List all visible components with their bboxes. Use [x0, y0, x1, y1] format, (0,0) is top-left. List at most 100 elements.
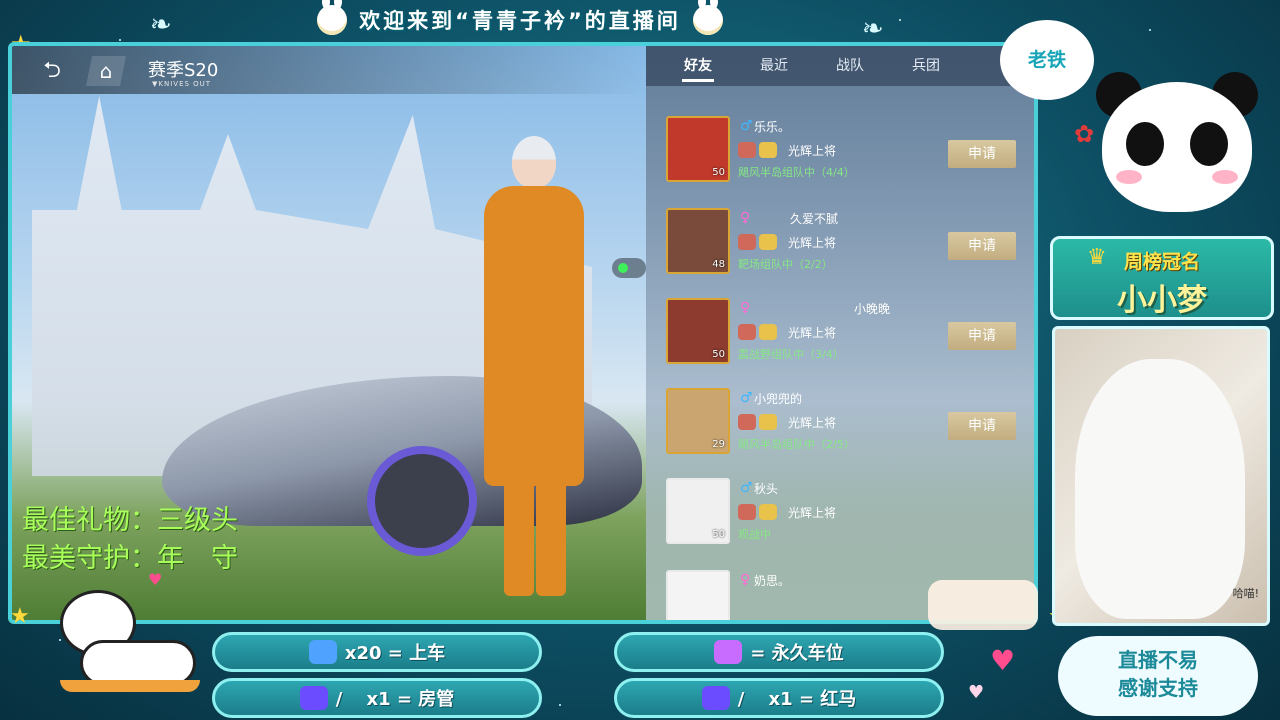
season-label: 赛季S20: [148, 60, 219, 81]
rank-badge-icon: [738, 142, 784, 160]
friend-avatar[interactable]: 29: [666, 388, 730, 454]
friend-row[interactable]: 48 ♀ 久爱不腻 光辉上将 靶场组队中（2/2） 申请: [658, 196, 1028, 276]
friend-avatar[interactable]: 50: [666, 116, 730, 182]
bunny-icon: [317, 0, 348, 35]
friend-rank: 光辉上将: [788, 416, 837, 430]
ticket-icon: [308, 640, 337, 664]
rule-pill-permanent: = 永久车位: [614, 632, 944, 672]
online-indicator[interactable]: [612, 258, 646, 278]
friend-name: 小兜兜的: [754, 392, 803, 406]
heart-icon: ♥: [148, 570, 163, 589]
friend-avatar[interactable]: 48: [666, 208, 730, 274]
cam-caption: 哈喵!: [1232, 587, 1259, 600]
friend-rank: 光辉上将: [788, 144, 837, 158]
rule-text: / x1 = 房管: [335, 689, 455, 710]
male-icon: ♂: [740, 118, 753, 134]
apply-button[interactable]: 申请: [948, 322, 1016, 350]
tab-legion[interactable]: 兵团: [888, 46, 964, 86]
heart-icon: ♥: [968, 682, 985, 703]
wings-icon: [714, 640, 743, 664]
friend-row[interactable]: 29 ♂ 小兜兜的光辉上将飓风半岛组队中（2/5） 申请: [658, 376, 1028, 456]
car-wheel: [367, 446, 477, 556]
panda-face: [1102, 82, 1252, 212]
banner-title: 欢迎来到“青青子衿”的直播间: [359, 9, 681, 33]
friend-status: 飓风半岛组队中（2/5）: [738, 438, 855, 451]
friend-name: 久爱不腻: [790, 212, 839, 226]
friend-row[interactable]: 50 ♀ 小晚晚 光辉上将 震战野组队中（3/4） 申请: [658, 286, 1028, 366]
game-top-bar: ⮌ ⌂ 赛季S20 ▼KNIVES OUT: [12, 46, 646, 94]
best-gift-text: 最佳礼物：三级头: [22, 505, 238, 536]
heart-icon: ♥: [990, 644, 1016, 677]
tab-friends[interactable]: 好友: [660, 46, 736, 86]
tab-recent[interactable]: 最近: [736, 46, 812, 86]
rule-text: / x1 = 红马: [737, 689, 857, 710]
rule-pill-board: x20 = 上车: [212, 632, 542, 672]
apply-button[interactable]: 申请: [948, 232, 1016, 260]
thanks-badge: 直播不易 感谢支持: [1058, 636, 1258, 716]
character-head: [512, 136, 556, 188]
female-icon: ♀: [740, 572, 751, 588]
tab-team[interactable]: 战队: [812, 46, 888, 86]
friend-rank: 光辉上将: [788, 236, 837, 250]
stream-overlay: 欢迎来到“青青子衿”的直播间 ❧ ❧ ★ ⮌ ⌂ 赛季S20 ▼KNIVES O…: [0, 0, 1280, 720]
rank-title: 周榜冠名: [1123, 251, 1200, 273]
friend-avatar[interactable]: 50: [666, 298, 730, 364]
avatar-level: 50: [712, 529, 725, 540]
wing-icon: ❧: [862, 14, 884, 44]
friend-name: 秋头: [754, 482, 779, 496]
friend-avatar[interactable]: 50: [666, 478, 730, 544]
player-character: [474, 136, 594, 606]
female-icon: ♀: [740, 300, 751, 316]
flower-icon: ✿: [1074, 120, 1095, 148]
best-guard-text: 最美守护：年 守: [22, 543, 238, 574]
thanks-line: 直播不易: [1118, 648, 1198, 672]
laotie-bubble: 老铁: [1000, 20, 1094, 100]
rule-pill-admin: / x1 = 房管: [212, 678, 542, 718]
panda-eye: [1126, 122, 1164, 166]
friend-status: 震战野组队中（3/4）: [738, 348, 844, 361]
season-sublabel: ▼KNIVES OUT: [152, 80, 212, 88]
rocket-icon: [701, 686, 730, 710]
character-leg: [504, 466, 534, 596]
thanks-line: 感谢支持: [1118, 676, 1198, 700]
weekly-rank-box: ♛ 周榜冠名 小小梦: [1050, 236, 1274, 320]
male-icon: ♂: [740, 480, 753, 496]
avatar-level: 48: [712, 259, 725, 270]
rank-badge-icon: [738, 324, 784, 342]
character-body: [484, 186, 584, 486]
rule-text: = 永久车位: [750, 643, 844, 664]
rank-name: 小小梦: [1117, 283, 1207, 318]
cats-sticker: [928, 580, 1038, 630]
panda-eye: [1190, 122, 1228, 166]
avatar-level: 29: [712, 439, 725, 450]
panda-blush: [1116, 170, 1142, 184]
friend-row[interactable]: 50 ♂ 乐乐。光辉上将飓风半岛组队中（4/4） 申请: [658, 104, 1028, 184]
rank-badge-icon: [738, 414, 784, 432]
apply-button[interactable]: 申请: [948, 412, 1016, 440]
friend-rank: 光辉上将: [788, 326, 837, 340]
wing-icon: ❧: [150, 10, 172, 40]
bunny-icon: [692, 0, 723, 35]
character-leg: [536, 466, 566, 596]
welcome-banner: 欢迎来到“青青子衿”的直播间: [240, 0, 800, 38]
friend-name: 乐乐。: [754, 120, 791, 134]
panda-rocking-horse: [40, 580, 200, 700]
panda-mascot: [1092, 72, 1262, 230]
rocket-icon: [299, 686, 328, 710]
friend-avatar[interactable]: [666, 570, 730, 620]
friend-row[interactable]: 50 ♂ 秋头 光辉上将 观战中: [658, 466, 1028, 546]
friend-tabs: 好友 最近 战队 兵团: [646, 46, 1034, 86]
female-icon: ♀: [740, 210, 751, 226]
avatar-level: 50: [712, 349, 725, 360]
rule-pill-horse: / x1 = 红马: [614, 678, 944, 718]
friend-status: 飓风半岛组队中（4/4）: [738, 166, 855, 179]
home-icon[interactable]: ⌂: [86, 56, 126, 86]
friend-name: 奶思。: [754, 574, 791, 588]
rank-badge-icon: [738, 504, 784, 522]
apply-button[interactable]: 申请: [948, 140, 1016, 168]
rule-text: x20 = 上车: [344, 643, 446, 664]
back-arrow-icon[interactable]: ⮌: [30, 58, 74, 84]
avatar-level: 50: [712, 167, 725, 178]
rank-badge-icon: [738, 234, 784, 252]
male-icon: ♂: [740, 390, 753, 406]
